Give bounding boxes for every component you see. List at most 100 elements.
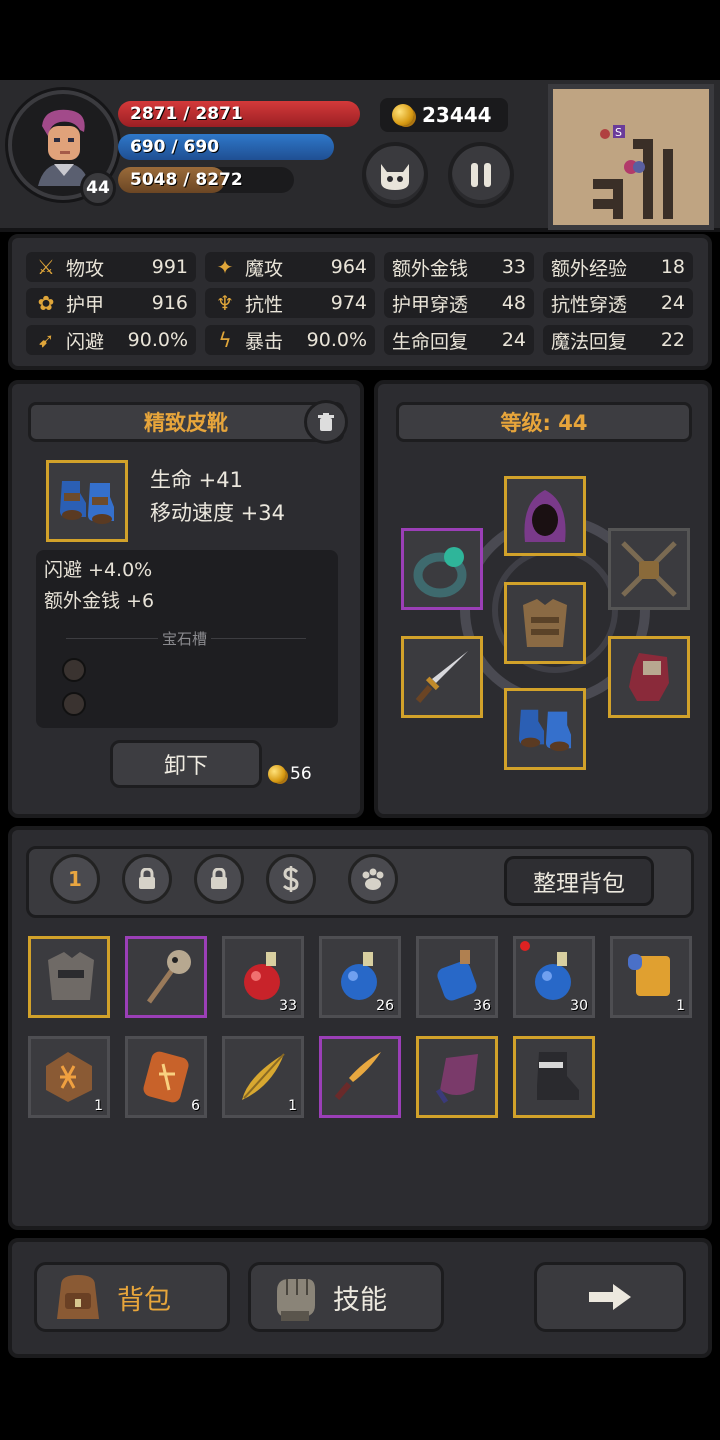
inventory-slot[interactable] bbox=[416, 1036, 498, 1118]
tab-shop[interactable] bbox=[266, 854, 316, 904]
next-button[interactable] bbox=[534, 1262, 686, 1332]
inventory-slot[interactable]: 30 bbox=[513, 936, 595, 1018]
coin-icon bbox=[268, 765, 286, 783]
item-sub-stat: 额外金钱 +6 bbox=[44, 590, 155, 612]
equip-slot-ring[interactable] bbox=[401, 528, 483, 610]
stat-label: 护甲 bbox=[66, 293, 105, 316]
skills-button[interactable]: 技能 bbox=[248, 1262, 444, 1332]
ring-icon bbox=[413, 547, 467, 598]
mp-bar: 690 / 690 bbox=[118, 134, 334, 160]
coin-icon bbox=[392, 104, 414, 126]
inventory-slot[interactable]: 26 bbox=[319, 936, 401, 1018]
armor-icon bbox=[48, 952, 94, 1000]
gloves-icon bbox=[629, 653, 669, 701]
tab-page-1[interactable]: 1 bbox=[50, 854, 100, 904]
rune-stone-icon bbox=[46, 1052, 92, 1102]
inventory-slot[interactable]: 1 bbox=[222, 1036, 304, 1118]
inventory-slot[interactable] bbox=[319, 1036, 401, 1118]
stat-cell: 生命回复 24 bbox=[384, 325, 534, 355]
stat-label: 额外经验 bbox=[551, 257, 628, 280]
level-badge: 44 bbox=[80, 170, 116, 206]
feather-icon bbox=[242, 1053, 285, 1100]
pet-button[interactable] bbox=[362, 142, 428, 208]
inventory-slot[interactable] bbox=[513, 1036, 595, 1118]
dagger-icon bbox=[415, 651, 468, 703]
item-preview bbox=[46, 460, 128, 542]
boots-icon bbox=[518, 709, 572, 752]
stat-value: 22 bbox=[660, 329, 685, 351]
item-main-stats: 生命 +41 移动速度 +34 bbox=[150, 464, 285, 530]
item-quantity: 6 bbox=[191, 1098, 200, 1114]
unequip-button[interactable]: 卸下 bbox=[110, 740, 262, 788]
discard-button[interactable] bbox=[304, 400, 348, 444]
inventory-slot[interactable] bbox=[28, 936, 110, 1018]
stat-cell: ✦ 魔攻 964 bbox=[205, 252, 375, 282]
item-quantity: 33 bbox=[279, 998, 297, 1014]
lock-icon bbox=[211, 868, 227, 889]
inventory-slot[interactable] bbox=[125, 936, 207, 1018]
new-item-dot bbox=[520, 941, 530, 951]
pause-button[interactable] bbox=[448, 142, 514, 208]
dollar-icon bbox=[282, 866, 299, 892]
stat-cell: 魔法回复 22 bbox=[543, 325, 693, 355]
tab-pet[interactable] bbox=[348, 854, 398, 904]
sword-icon: ⚔ bbox=[37, 255, 55, 279]
equip-slot-gloves[interactable] bbox=[608, 636, 690, 718]
stat-label: 魔攻 bbox=[245, 257, 284, 280]
equip-slot-boots[interactable] bbox=[504, 688, 586, 770]
stat-label: 暴击 bbox=[245, 330, 284, 353]
stat-cell: 护甲穿透 48 bbox=[384, 288, 534, 318]
inventory-slot[interactable]: 36 bbox=[416, 936, 498, 1018]
stat-label: 护甲穿透 bbox=[392, 293, 469, 316]
item-name: 精致皮靴 bbox=[28, 402, 344, 442]
stat-value: 964 bbox=[330, 256, 367, 278]
stat-cell: ➹ 闪避 90.0% bbox=[26, 325, 196, 355]
magic-icon: ✦ bbox=[216, 255, 234, 279]
bag-button[interactable]: 背包 bbox=[34, 1262, 230, 1332]
item-quantity: 26 bbox=[376, 998, 394, 1014]
item-quantity: 30 bbox=[570, 998, 588, 1014]
hood-icon bbox=[524, 490, 566, 542]
gem-slot[interactable] bbox=[62, 658, 86, 682]
item-quantity: 1 bbox=[288, 1098, 297, 1114]
scroll-icon bbox=[628, 954, 670, 996]
rune-tablet-icon bbox=[143, 1051, 189, 1103]
stat-cell: 抗性穿透 24 bbox=[543, 288, 693, 318]
fist-icon bbox=[277, 1279, 315, 1321]
equip-slot-weapon[interactable] bbox=[401, 636, 483, 718]
cat-face-icon bbox=[381, 164, 409, 190]
stat-cell: 额外金钱 33 bbox=[384, 252, 534, 282]
stat-value: 18 bbox=[660, 256, 685, 278]
dodge-icon: ➹ bbox=[37, 328, 55, 352]
equip-slot-helmet[interactable] bbox=[504, 476, 586, 556]
inventory-slot[interactable]: 33 bbox=[222, 936, 304, 1018]
inventory-slot[interactable]: 1 bbox=[610, 936, 692, 1018]
stat-value: 991 bbox=[151, 256, 188, 278]
tab-locked-1[interactable] bbox=[122, 854, 172, 904]
arrow-right-icon bbox=[589, 1284, 631, 1310]
dagger-icon bbox=[334, 1052, 381, 1100]
skills-label: 技能 bbox=[333, 1284, 387, 1316]
stat-label: 魔法回复 bbox=[551, 330, 628, 353]
gem-slot[interactable] bbox=[62, 692, 86, 716]
inventory-slot[interactable]: 6 bbox=[125, 1036, 207, 1118]
inventory-slot[interactable]: 1 bbox=[28, 1036, 110, 1118]
minimap[interactable]: S bbox=[548, 84, 714, 230]
gold-counter: 23444 bbox=[380, 98, 508, 132]
item-sub-stat: 闪避 +4.0% bbox=[44, 559, 153, 581]
sell-price-value: 56 bbox=[290, 764, 312, 784]
stat-label: 生命回复 bbox=[392, 330, 469, 353]
equip-slot-armor[interactable] bbox=[504, 582, 586, 664]
hp-bar: 2871 / 2871 bbox=[118, 101, 360, 127]
paw-shield-icon: ✿ bbox=[37, 291, 55, 315]
gem-slot-label: 宝石槽 bbox=[158, 628, 212, 649]
tab-locked-2[interactable] bbox=[194, 854, 244, 904]
stat-cell: 额外经验 18 bbox=[543, 252, 693, 282]
lightning-icon: ϟ bbox=[218, 328, 232, 352]
backpack-icon bbox=[57, 1275, 99, 1319]
stat-value: 24 bbox=[660, 292, 685, 314]
gold-amount: 23444 bbox=[422, 103, 492, 127]
trash-icon bbox=[318, 413, 334, 431]
sort-inventory-button[interactable]: 整理背包 bbox=[504, 856, 654, 906]
equip-slot-amulet[interactable] bbox=[608, 528, 690, 610]
